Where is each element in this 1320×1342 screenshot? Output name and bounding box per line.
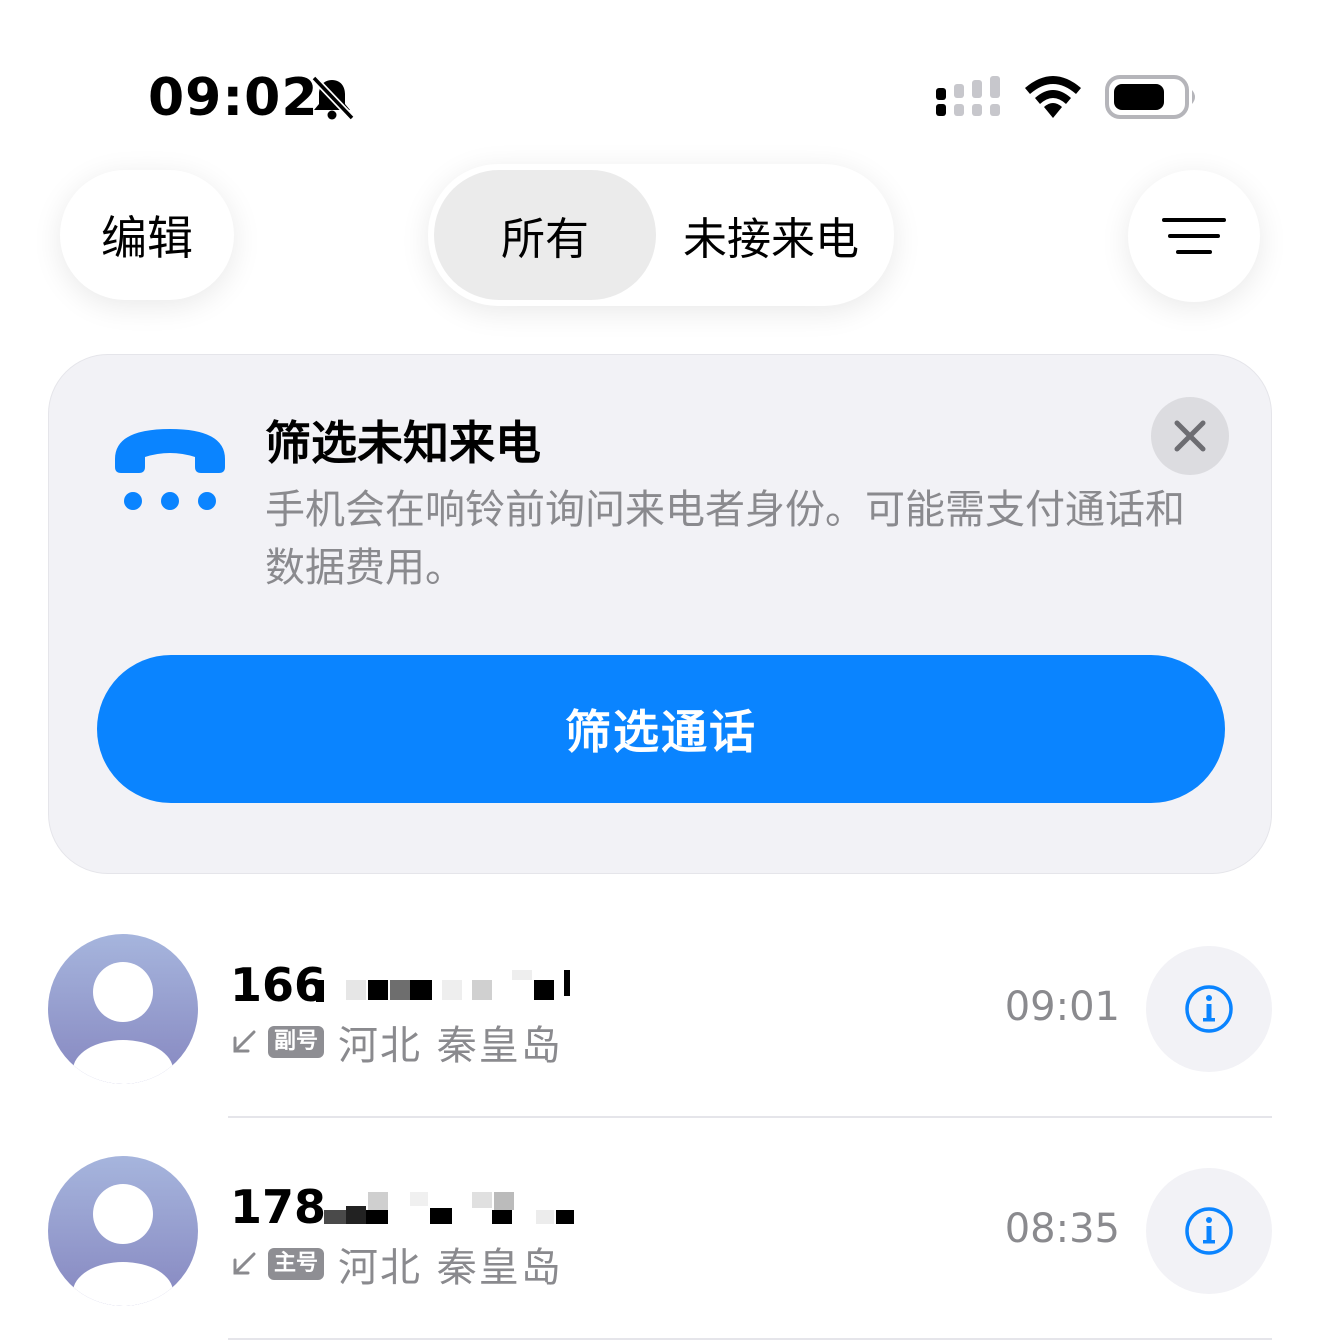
list-divider xyxy=(228,1116,1272,1118)
banner-description: 手机会在响铃前询问来电者身份。可能需支付通话和数据费用。 xyxy=(265,487,1185,591)
info-icon xyxy=(1185,1207,1233,1255)
call-time: 09:01 xyxy=(1004,984,1120,1030)
call-info-button[interactable] xyxy=(1146,946,1272,1072)
avatar xyxy=(48,934,198,1084)
call-filter-segmented-control: 所有 未接来电 xyxy=(428,164,894,306)
redacted-number-digits xyxy=(324,1192,574,1224)
caller-number: 166 xyxy=(230,958,327,1012)
call-meta: 主号 河北 秦皇岛 xyxy=(230,1242,563,1291)
incoming-call-arrow-icon xyxy=(233,1030,256,1053)
caller-number: 178 xyxy=(230,1180,327,1234)
filter-menu-button[interactable] xyxy=(1128,170,1260,302)
list-divider xyxy=(228,1338,1272,1340)
phone-screening-icon xyxy=(115,429,225,510)
incoming-call-arrow-icon xyxy=(233,1252,256,1275)
filter-lines-icon xyxy=(1162,218,1226,254)
call-location: 河北 秦皇岛 xyxy=(338,1023,563,1069)
banner-title: 筛选未知来电 xyxy=(265,416,541,470)
contact-placeholder-icon xyxy=(48,934,198,1084)
close-banner-button[interactable] xyxy=(1151,397,1229,475)
info-icon xyxy=(1185,985,1233,1033)
call-list-item[interactable]: 166 副号 河北 秦皇岛 09:01 xyxy=(0,934,1320,1094)
call-info-button[interactable] xyxy=(1146,1168,1272,1294)
call-meta: 副号 河北 秦皇岛 xyxy=(230,1020,563,1069)
avatar xyxy=(48,1156,198,1306)
sim-badge: 副号 xyxy=(268,1026,325,1058)
call-time: 08:35 xyxy=(1004,1206,1120,1252)
screen-calls-button[interactable]: 筛选通话 xyxy=(97,655,1225,803)
redacted-number-digits xyxy=(316,970,570,1002)
segment-all[interactable]: 所有 xyxy=(434,170,656,300)
close-icon xyxy=(1174,420,1206,452)
call-location: 河北 秦皇岛 xyxy=(338,1245,563,1291)
segment-missed-calls[interactable]: 未接来电 xyxy=(656,170,886,300)
contact-placeholder-icon xyxy=(48,1156,198,1306)
sim-badge: 主号 xyxy=(268,1248,325,1280)
edit-button[interactable]: 编辑 xyxy=(60,170,234,300)
wifi-icon xyxy=(1025,76,1081,118)
call-list-item[interactable]: 178 主号 河北 秦皇岛 08:35 xyxy=(0,1156,1320,1316)
status-time: 09:02 xyxy=(148,68,319,128)
silent-bell-icon xyxy=(311,75,355,121)
cellular-signal-icon xyxy=(936,76,1000,116)
battery-icon xyxy=(1105,75,1195,119)
call-screening-banner: 筛选未知来电 手机会在响铃前询问来电者身份。可能需支付通话和数据费用。 筛选通话 xyxy=(48,354,1272,874)
